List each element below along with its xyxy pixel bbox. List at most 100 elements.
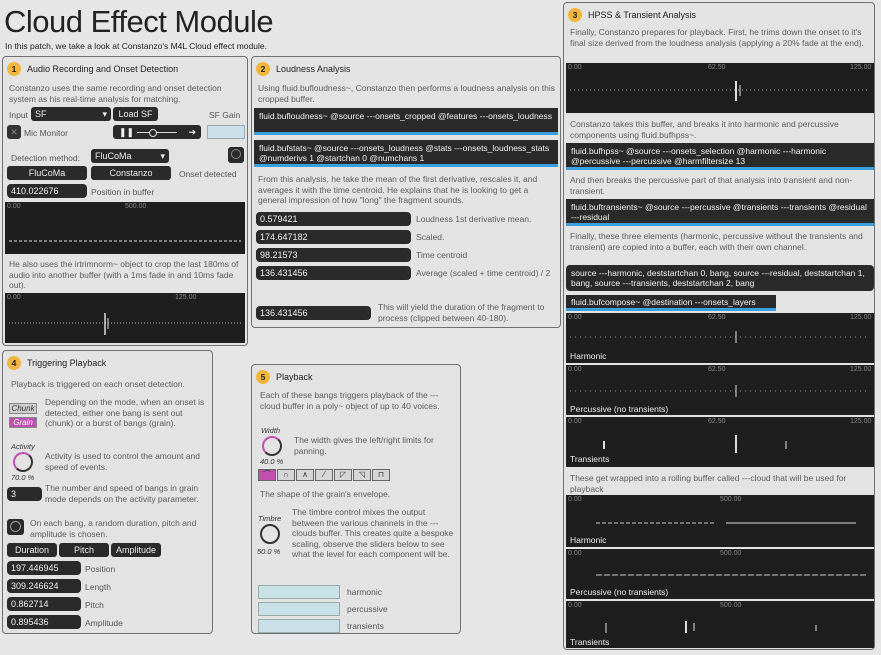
- bang-count-number[interactable]: 3: [7, 487, 42, 501]
- cloud-transients-label: Transients: [570, 637, 610, 647]
- activity-dial[interactable]: [13, 452, 33, 472]
- mic-monitor-toggle[interactable]: ✕: [7, 125, 21, 139]
- transport-controls[interactable]: ❚❚ ➜: [113, 125, 201, 139]
- duration-header[interactable]: Duration: [7, 543, 57, 557]
- cloud-harmonic-waveform: 0.00 500.00 Harmonic: [566, 495, 874, 547]
- level-slider-transients[interactable]: [258, 619, 340, 633]
- envelope-shape-2[interactable]: ∩: [277, 469, 295, 481]
- timbre-dial[interactable]: [260, 524, 280, 544]
- rolling-buffer-description: These get wrapped into a rolling buffer …: [570, 473, 847, 494]
- random-label: Position: [85, 564, 116, 574]
- envelope-shape-6[interactable]: ◹: [353, 469, 371, 481]
- duration-description: This will yield the duration of the frag…: [378, 302, 545, 323]
- crop-description: He also uses the irtrimnorm~ object to c…: [9, 259, 239, 290]
- timbre-value: 50.0 %: [257, 547, 281, 556]
- level-label: transients: [347, 621, 384, 631]
- grain-button[interactable]: Grain: [9, 417, 37, 428]
- envelope-description: The shape of the grain's envelope.: [260, 489, 391, 499]
- step-badge: 3: [568, 8, 582, 22]
- onset-detected-label: Onset detected: [179, 169, 237, 179]
- bufcompose-message[interactable]: fluid.bufcompose~ @destination ---onsets…: [566, 295, 776, 311]
- input-label: Input: [9, 110, 28, 120]
- transient-description: And then breaks the percussive part of t…: [570, 175, 853, 196]
- cloud-percussive-waveform: 0.00 500.00 Percussive (no transients): [566, 549, 874, 599]
- envelope-shape-1[interactable]: ⌒: [258, 469, 276, 481]
- hpss-description: Constanzo takes this buffer, and breaks …: [570, 119, 839, 140]
- random-value[interactable]: 197.446945: [7, 561, 81, 575]
- input-select[interactable]: SF ▾: [31, 107, 111, 121]
- level-label: harmonic: [347, 587, 382, 597]
- envelope-shape-3[interactable]: ∧: [296, 469, 314, 481]
- position-label: Position in buffer: [91, 187, 155, 197]
- envelope-shape-7[interactable]: ⊓: [372, 469, 390, 481]
- pitch-header[interactable]: Pitch: [59, 543, 109, 557]
- analysis-description: From this analysis, he take the mean of …: [258, 174, 538, 205]
- panel-description: Finally, Constanzo prepares for playback…: [570, 27, 864, 48]
- panel-triggering: 4 Triggering Playback Playback is trigger…: [2, 350, 213, 634]
- panel-title: Triggering Playback: [27, 358, 107, 368]
- analysis-value[interactable]: 98.21573: [256, 248, 411, 262]
- step-badge: 1: [7, 62, 21, 76]
- record-buffer-waveform: 0.00 500.00: [5, 202, 245, 254]
- panel-title: HPSS & Transient Analysis: [588, 10, 697, 20]
- step-badge: 4: [7, 356, 21, 370]
- level-label: percussive: [347, 604, 388, 614]
- analysis-value[interactable]: 174.647182: [256, 230, 411, 244]
- duration-number[interactable]: 136.431456: [256, 306, 371, 320]
- level-slider-percussive[interactable]: [258, 602, 340, 616]
- percussive-label: Percussive (no transients): [570, 404, 669, 414]
- step-badge: 2: [256, 62, 270, 76]
- transients-label: Transients: [570, 454, 610, 464]
- constanzo-button[interactable]: Constanzo: [91, 166, 171, 180]
- source-message[interactable]: source ---harmonic, deststartchan 0, ban…: [566, 265, 874, 291]
- bufhpss-message[interactable]: fluid.bufhpss~ @source ---onsets_selecti…: [566, 143, 874, 170]
- cloud-percussive-label: Percussive (no transients): [570, 587, 669, 597]
- envelope-shape-selector[interactable]: ⌒ ∩ ∧ ⁄ ◸ ◹ ⊓: [258, 469, 390, 481]
- flucoma-button[interactable]: FluCoMa: [7, 166, 87, 180]
- panel-description: Playback is triggered on each onset dete…: [11, 379, 185, 389]
- bufstats-message[interactable]: fluid.bufstats~ @source ---onsets_loudne…: [254, 140, 558, 167]
- mic-monitor-label: Mic Monitor: [24, 128, 68, 138]
- sf-gain-slider[interactable]: [207, 125, 245, 139]
- detection-method-label: Detection method:: [11, 153, 80, 163]
- harmonic-waveform: 0.00 62.50 125.00 Harmonic: [566, 313, 874, 363]
- position-number[interactable]: 410.022676: [7, 184, 87, 198]
- onset-indicator: [228, 147, 244, 163]
- width-label: Width: [261, 426, 281, 435]
- activity-label: Activity: [11, 442, 35, 451]
- step-badge: 5: [256, 370, 270, 384]
- panel-description: Each of these bangs triggers playback of…: [260, 390, 440, 411]
- page-title: Cloud Effect Module: [4, 4, 274, 39]
- bufloudness-message[interactable]: fluid.bufloudness~ @source ---onsets_cro…: [254, 108, 558, 135]
- analysis-label: Time centroid: [416, 250, 468, 260]
- page-subtitle: In this patch, we take a look at Constan…: [5, 41, 267, 51]
- random-value[interactable]: 0.895436: [7, 615, 81, 629]
- analysis-value[interactable]: 136.431456: [256, 266, 411, 280]
- envelope-shape-5[interactable]: ◸: [334, 469, 352, 481]
- width-value: 40.0 %: [260, 457, 284, 466]
- random-value[interactable]: 0.862714: [7, 597, 81, 611]
- mode-description: Depending on the mode, when an onset is …: [45, 397, 205, 428]
- selection-waveform: 0.00 62.50 125.00: [566, 63, 874, 113]
- buftransients-message[interactable]: fluid.buftransients~ @source ---percussi…: [566, 199, 874, 226]
- panel-hpss: 3 HPSS & Transient Analysis Finally, Cons…: [563, 2, 875, 650]
- transients-waveform: 0.00 62.50 125.00 Transients: [566, 417, 874, 467]
- random-label: Amplitude: [85, 618, 123, 628]
- activity-value: 70.0 %: [11, 473, 35, 482]
- random-value[interactable]: 309.246624: [7, 579, 81, 593]
- envelope-shape-4[interactable]: ⁄: [315, 469, 333, 481]
- detection-method-select[interactable]: FluCoMa ▾: [91, 149, 169, 163]
- panel-title: Playback: [276, 372, 313, 382]
- cropped-buffer-waveform: 0.00 125.00: [5, 293, 245, 343]
- panel-description: Using fluid.bufloudness~, Constanzo then…: [258, 83, 555, 104]
- analysis-value[interactable]: 0.579421: [256, 212, 411, 226]
- amplitude-header[interactable]: Amplitude: [111, 543, 161, 557]
- width-dial[interactable]: [262, 436, 282, 456]
- panel-playback: 5 Playback Each of these bangs triggers p…: [251, 364, 461, 634]
- load-sf-button[interactable]: Load SF: [113, 107, 158, 121]
- bang-button[interactable]: [7, 519, 24, 535]
- level-slider-harmonic[interactable]: [258, 585, 340, 599]
- chunk-button[interactable]: Chunk: [9, 403, 37, 414]
- copy-description: Finally, these three elements (harmonic,…: [570, 231, 863, 252]
- analysis-label: Average (scaled + time centroid) / 2: [416, 268, 551, 278]
